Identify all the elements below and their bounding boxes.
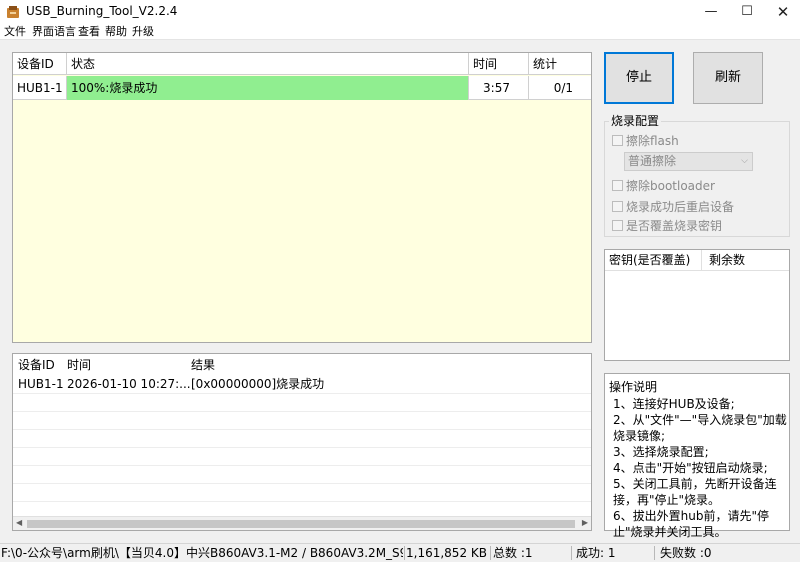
menu-help[interactable]: 帮助 (105, 24, 127, 39)
checkbox-icon[interactable] (612, 201, 623, 212)
app-icon (7, 6, 19, 18)
erase-bootloader-label: 擦除bootloader (626, 179, 715, 193)
log-device-id-cell: HUB1-1 (18, 377, 64, 391)
success-count: 成功: 1 (576, 546, 616, 560)
chevron-down-icon: ⌵ (741, 156, 748, 166)
log-time-cell: 2026-01-10 10:27:... (67, 377, 191, 391)
log-gridline (13, 411, 591, 412)
device-list-header: 设备ID 状态 时间 统计 (13, 53, 591, 75)
instruction-line: 6、拔出外置hub前，请先"停止"烧录并关闭工具。 (613, 509, 769, 539)
menu-file[interactable]: 文件 (4, 24, 26, 39)
maximize-button[interactable]: ☐ (730, 0, 764, 24)
checkbox-icon[interactable] (612, 220, 623, 231)
refresh-button[interactable]: 刷新 (693, 52, 763, 104)
scroll-right-arrow-icon[interactable]: ▶ (582, 518, 588, 527)
col-device-id[interactable]: 设备ID (13, 53, 67, 75)
instruction-line: 2、从"文件"—"导入烧录包"加载烧录镜像; (613, 413, 787, 443)
log-col-result[interactable]: 结果 (191, 356, 215, 374)
instruction-line: 5、关闭工具前，先断开设备连接，再"停止"烧录。 (613, 477, 777, 507)
status-cell: 100%:烧录成功 (67, 76, 469, 100)
burn-config-group: 烧录配置 擦除flash 普通擦除 ⌵ 擦除bootloader 烧录成功后重启设… (604, 114, 790, 237)
device-list[interactable]: 设备ID 状态 时间 统计 HUB1-1 100%:烧录成功 3:57 0/1 (12, 52, 592, 343)
status-separator (404, 546, 405, 560)
log-gridline (13, 429, 591, 430)
status-separator (654, 546, 655, 560)
erase-mode-value: 普通擦除 (628, 154, 677, 168)
reboot-after-success-checkbox[interactable]: 烧录成功后重启设备 (612, 199, 734, 215)
col-time[interactable]: 时间 (469, 53, 529, 75)
log-col-device-id[interactable]: 设备ID (18, 356, 55, 374)
log-gridline (13, 501, 591, 502)
menu-view[interactable]: 查看 (78, 24, 100, 39)
scroll-left-arrow-icon[interactable]: ◀ (16, 518, 22, 527)
checkbox-icon[interactable] (612, 180, 623, 191)
package-size: 1,161,852 KB (406, 546, 487, 560)
checkbox-icon[interactable] (612, 135, 623, 146)
log-gridline (13, 465, 591, 466)
overwrite-key-checkbox[interactable]: 是否覆盖烧录密钥 (612, 218, 722, 234)
title-bar: USB_Burning_Tool_V2.2.4 — ☐ ✕ (0, 0, 800, 24)
failed-count: 失败数 :0 (660, 546, 712, 560)
reboot-after-success-label: 烧录成功后重启设备 (626, 200, 735, 214)
time-cell: 3:57 (469, 76, 529, 100)
stop-button[interactable]: 停止 (604, 52, 674, 104)
instruction-line: 1、连接好HUB及设备; (613, 397, 735, 411)
total-count: 总数 :1 (493, 546, 533, 560)
erase-flash-label: 擦除flash (626, 134, 679, 148)
erase-mode-select[interactable]: 普通擦除 ⌵ (624, 152, 753, 171)
instructions-text: 1、连接好HUB及设备; 2、从"文件"—"导入烧录包"加载烧录镜像; 3、选择… (613, 396, 789, 540)
log-list[interactable]: 设备ID 时间 结果 HUB1-1 2026-01-10 10:27:... [… (12, 353, 592, 531)
menu-upgrade[interactable]: 升级 (132, 24, 154, 39)
minimize-button[interactable]: — (694, 0, 728, 24)
key-col-key[interactable]: 密钥(是否覆盖) (609, 252, 690, 268)
log-col-time[interactable]: 时间 (67, 356, 91, 374)
log-gridline (13, 447, 591, 448)
instruction-line: 4、点击"开始"按钮启动烧录; (613, 461, 768, 475)
count-cell: 0/1 (553, 81, 573, 95)
package-path: F:\0-公众号\arm刷机\【当贝4.0】中兴B860AV3.1-M2 / B… (1, 546, 403, 560)
log-gridline (13, 483, 591, 484)
instructions-title: 操作说明 (609, 380, 658, 394)
instruction-line: 3、选择烧录配置; (613, 445, 709, 459)
erase-bootloader-checkbox[interactable]: 擦除bootloader (612, 178, 715, 194)
col-status[interactable]: 状态 (67, 53, 469, 75)
menu-language[interactable]: 界面语言 (32, 24, 76, 39)
col-count[interactable]: 统计 (529, 53, 591, 75)
device-id-cell: HUB1-1 (13, 76, 67, 100)
window-title: USB_Burning_Tool_V2.2.4 (26, 4, 178, 18)
status-separator (571, 546, 572, 560)
log-result-cell: [0x00000000]烧录成功 (191, 377, 325, 391)
device-row[interactable]: HUB1-1 100%:烧录成功 3:57 0/1 (13, 76, 591, 100)
overwrite-key-label: 是否覆盖烧录密钥 (626, 219, 723, 233)
key-list[interactable]: 密钥(是否覆盖) 剩余数 (604, 249, 790, 361)
burn-config-title: 烧录配置 (609, 114, 662, 128)
menu-bar: 文件 界面语言 查看 帮助 升级 (0, 24, 800, 40)
key-header-divider (605, 270, 789, 271)
instructions-panel: 操作说明 1、连接好HUB及设备; 2、从"文件"—"导入烧录包"加载烧录镜像;… (604, 373, 790, 539)
key-col-remaining[interactable]: 剩余数 (709, 252, 745, 268)
close-button[interactable]: ✕ (766, 0, 800, 24)
key-column-divider (701, 250, 702, 270)
status-bar: F:\0-公众号\arm刷机\【当贝4.0】中兴B860AV3.1-M2 / B… (0, 543, 800, 562)
status-separator (490, 546, 491, 560)
erase-flash-checkbox[interactable]: 擦除flash (612, 133, 679, 149)
log-gridline (13, 393, 591, 394)
scroll-thumb[interactable] (27, 520, 575, 528)
log-horizontal-scrollbar[interactable]: ◀ ▶ (13, 516, 591, 530)
